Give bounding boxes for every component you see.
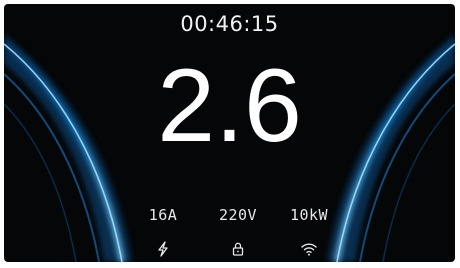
voltage-stat: 220V xyxy=(218,206,258,224)
status-icons xyxy=(4,240,455,258)
lock-icon xyxy=(229,240,247,258)
energy-value: 2.6 xyxy=(157,48,302,164)
lightning-icon xyxy=(154,240,172,258)
wifi-icon xyxy=(300,240,318,258)
current-stat: 16A xyxy=(148,206,178,224)
power-stat: 10kW xyxy=(289,206,329,224)
elapsed-timer: 00:46:15 xyxy=(180,12,279,36)
charger-display-screen: 00:46:15 2.6 16A 220V 10kW xyxy=(4,4,455,262)
charging-stats: 16A 220V 10kW xyxy=(4,206,455,226)
